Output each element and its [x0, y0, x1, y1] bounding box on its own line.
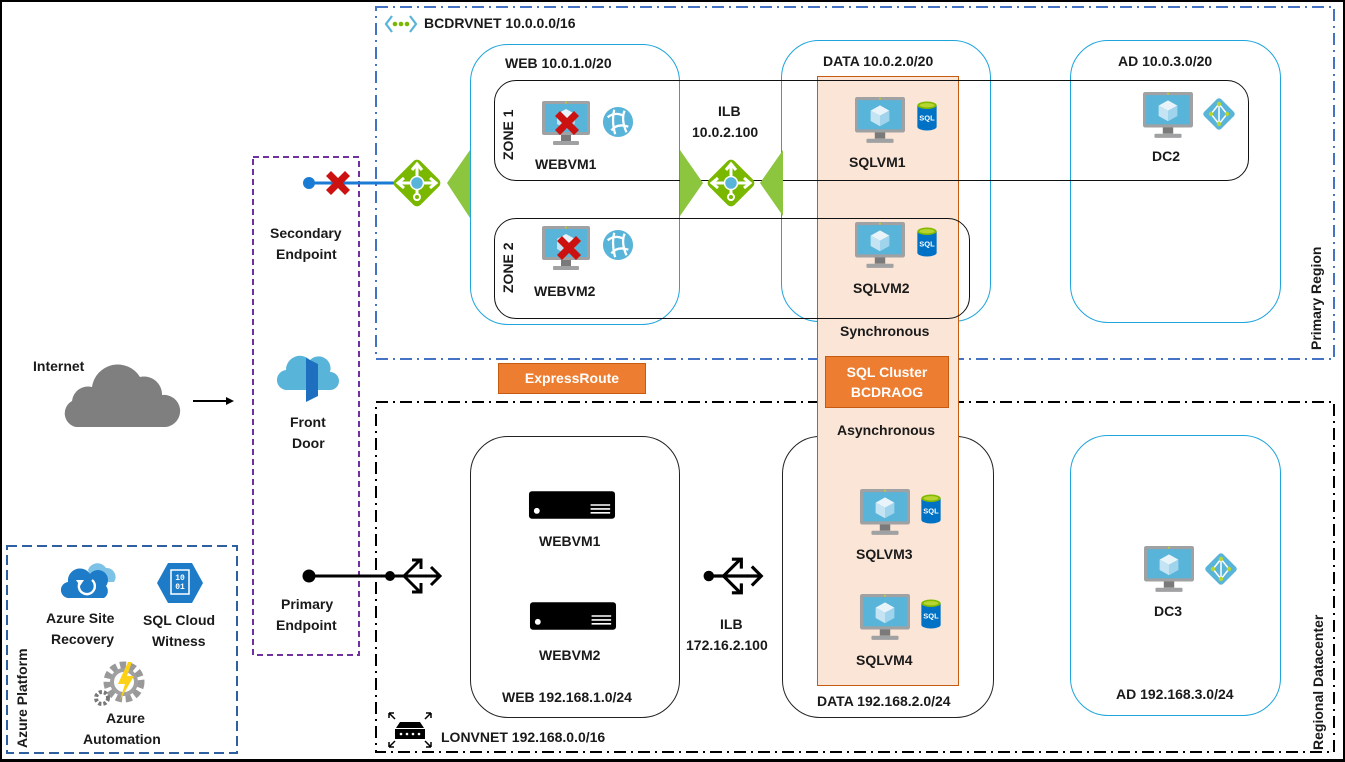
- dc3-ad-icon: [1201, 551, 1241, 587]
- secondary-vnet-label: LONVNET 192.168.0.0/16: [441, 729, 606, 745]
- primary-endpoint-dot: [302, 569, 316, 583]
- webvm2-secondary-label: WEBVM2: [539, 647, 601, 663]
- internet-cloud-icon: [64, 364, 181, 427]
- secondary-ilb-ip: 172.16.2.100: [686, 637, 768, 653]
- secondary-ilb-label: ILB: [720, 616, 743, 632]
- sqlvm3-sql-icon: [920, 494, 942, 524]
- sql-witness-label-2: Witness: [152, 633, 206, 649]
- ilb-beam-right: [760, 150, 783, 216]
- secondary-endpoint-label-1: Secondary: [270, 225, 342, 241]
- dc3-vm-icon[interactable]: [1142, 545, 1196, 595]
- front-door-label-1: Front: [290, 414, 326, 430]
- dc2-ad-icon: [1199, 96, 1239, 132]
- sqlvm4-vm-icon[interactable]: [858, 593, 912, 643]
- webvm2-webapp-icon: [602, 229, 634, 261]
- sqlvm3-label: SQLVM3: [856, 546, 913, 562]
- sql-witness-storage-icon: 10 01: [157, 563, 203, 603]
- front-door-icon: [276, 355, 339, 402]
- sqlvm4-label: SQLVM4: [856, 652, 913, 668]
- sqlvm2-label: SQLVM2: [853, 280, 910, 296]
- primary-data-subnet-label: DATA 10.0.2.0/20: [823, 53, 934, 69]
- dc2-vm-icon[interactable]: [1141, 91, 1195, 141]
- primary-ilb-icon[interactable]: [703, 155, 759, 211]
- front-door-label-2: Door: [292, 435, 325, 451]
- webvm2-primary-label: WEBVM2: [534, 283, 596, 299]
- svg-text:10: 10: [175, 574, 185, 583]
- vnet-icon: [384, 15, 418, 33]
- lonvnet-icon: [388, 712, 432, 748]
- webvm2-failed-icon: [554, 233, 584, 263]
- asynchronous-label: Asynchronous: [837, 422, 936, 438]
- site-recovery-label-2: Recovery: [51, 631, 115, 647]
- sqlvm2-vm-icon[interactable]: [853, 221, 907, 271]
- site-recovery-icon: [60, 563, 116, 599]
- secondary-data-subnet-label: DATA 192.168.2.0/24: [817, 693, 951, 709]
- primary-endpoint-label-1: Primary: [281, 596, 334, 612]
- automation-label-1: Azure: [106, 710, 145, 726]
- webvm1-secondary-server-icon[interactable]: [528, 490, 616, 520]
- site-recovery-label-1: Azure Site: [46, 610, 115, 626]
- webvm1-secondary-label: WEBVM1: [539, 533, 601, 549]
- webvm1-failed-icon: [552, 108, 582, 138]
- synchronous-label: Synchronous: [840, 323, 930, 339]
- sqlvm3-vm-icon[interactable]: [858, 488, 912, 538]
- primary-vnet-label: BCDRVNET 10.0.0.0/16: [424, 15, 576, 31]
- sqlvm1-sql-icon: [916, 101, 938, 131]
- automation-icon: [94, 661, 145, 706]
- secondary-endpoint-label-2: Endpoint: [276, 246, 337, 262]
- endpoint-failed-icon: [323, 168, 353, 198]
- sql-cluster-badge[interactable]: SQL Cluster BCDRAOG: [825, 356, 949, 408]
- webvm1-webapp-icon: [602, 106, 634, 138]
- arrow-head: [226, 397, 234, 405]
- sql-cluster-label-2: BCDRAOG: [850, 384, 924, 400]
- webvm1-primary-label: WEBVM1: [535, 156, 597, 172]
- primary-ad-subnet-label: AD 10.0.3.0/20: [1118, 53, 1213, 69]
- sql-cluster-label-1: SQL Cluster: [846, 364, 928, 380]
- dc2-label: DC2: [1152, 148, 1181, 164]
- primary-region-title: Primary Region: [1308, 246, 1324, 350]
- svg-text:01: 01: [175, 583, 185, 592]
- public-load-balancer-icon[interactable]: [389, 155, 445, 211]
- dc3-label: DC3: [1154, 603, 1183, 619]
- ilb-beam-left: [680, 150, 703, 216]
- lb-beam-left: [447, 150, 470, 218]
- zone-2-label: ZONE 2: [500, 242, 516, 293]
- primary-endpoint-label-2: Endpoint: [276, 617, 337, 633]
- azure-platform-title: Azure Platform: [14, 648, 30, 748]
- expressroute-badge[interactable]: ExpressRoute: [498, 363, 646, 394]
- secondary-endpoint-dot: [303, 177, 315, 189]
- automation-label-2: Automation: [83, 731, 161, 747]
- secondary-web-subnet-label: WEB 192.168.1.0/24: [502, 689, 632, 705]
- secondary-ilb-icon[interactable]: [702, 555, 766, 597]
- secondary-lb-icon[interactable]: [384, 556, 444, 596]
- primary-web-subnet-label: WEB 10.0.1.0/20: [505, 55, 612, 71]
- sqlvm4-sql-icon: [920, 599, 942, 629]
- primary-ilb-ip: 10.0.2.100: [692, 124, 759, 140]
- sqlvm2-sql-icon: [916, 227, 938, 257]
- secondary-region-title: Regional Datacenter: [1310, 614, 1326, 750]
- sqlvm1-vm-icon[interactable]: [853, 96, 907, 146]
- primary-ilb-label: ILB: [718, 103, 741, 119]
- sqlvm1-label: SQLVM1: [849, 154, 906, 170]
- sql-witness-label-1: SQL Cloud: [143, 612, 216, 628]
- secondary-ad-subnet-label: AD 192.168.3.0/24: [1116, 686, 1234, 702]
- webvm2-secondary-server-icon[interactable]: [529, 601, 617, 631]
- zone-1-label: ZONE 1: [500, 109, 516, 160]
